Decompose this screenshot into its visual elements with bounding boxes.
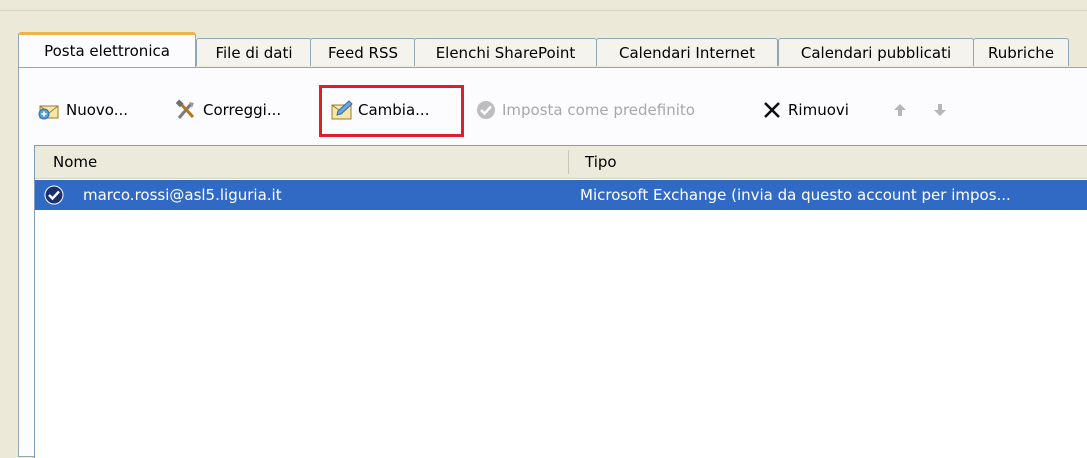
move-up-button[interactable]: [888, 95, 916, 125]
account-name: marco.rossi@asl5.liguria.it: [83, 186, 282, 204]
new-button[interactable]: Nuovo...: [38, 95, 128, 125]
list-header: Nome Tipo: [35, 146, 1087, 179]
new-account-icon: [38, 98, 62, 122]
tab-file-di-dati[interactable]: File di dati: [196, 38, 312, 66]
column-divider[interactable]: [568, 150, 569, 174]
move-down-button[interactable]: [928, 95, 956, 125]
new-label: Nuovo...: [66, 101, 128, 119]
change-account-icon: [330, 98, 354, 122]
tab-calendari-internet[interactable]: Calendari Internet: [596, 38, 778, 66]
tab-posta-elettronica[interactable]: Posta elettronica: [18, 32, 196, 67]
set-default-label: Imposta come predefinito: [502, 101, 695, 119]
remove-label: Rimuovi: [788, 101, 849, 119]
column-header-tipo[interactable]: Tipo: [585, 146, 617, 178]
move-up-arrow-icon: [888, 98, 912, 122]
table-row[interactable]: marco.rossi@asl5.liguria.it Microsoft Ex…: [35, 180, 1087, 210]
tab-rubriche[interactable]: Rubriche: [973, 38, 1069, 66]
tab-calendari-pubblicati[interactable]: Calendari pubblicati: [778, 38, 974, 66]
account-list[interactable]: Nome Tipo marco.rossi@asl5.liguria.it Mi…: [34, 145, 1087, 458]
change-button[interactable]: Cambia...: [330, 95, 429, 125]
set-default-button[interactable]: Imposta come predefinito: [474, 95, 695, 125]
window-top-divider: [0, 10, 1087, 11]
tab-feed-rss[interactable]: Feed RSS: [310, 38, 416, 66]
checkmark-icon: [474, 98, 498, 122]
tab-elenchi-sharepoint[interactable]: Elenchi SharePoint: [414, 38, 597, 66]
repair-label: Correggi...: [203, 101, 282, 119]
default-account-check-icon: [43, 185, 65, 207]
repair-button[interactable]: Correggi...: [175, 95, 281, 125]
repair-tools-icon: [175, 98, 199, 122]
column-header-nome[interactable]: Nome: [53, 146, 97, 178]
remove-button[interactable]: Rimuovi: [760, 95, 849, 125]
change-label: Cambia...: [358, 101, 430, 119]
remove-x-icon: [760, 98, 784, 122]
move-down-arrow-icon: [928, 98, 952, 122]
account-type: Microsoft Exchange (invia da questo acco…: [580, 186, 1011, 204]
